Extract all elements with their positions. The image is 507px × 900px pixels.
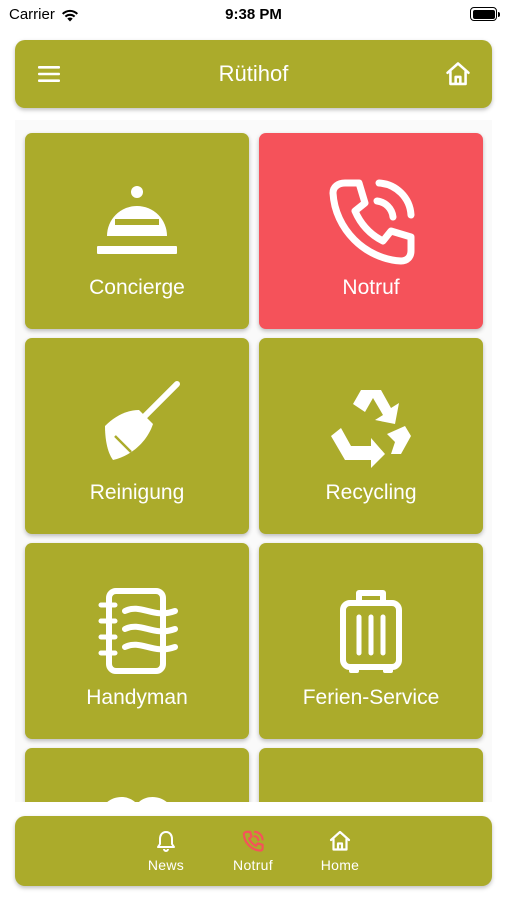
tile-recycling[interactable]: Recycling	[259, 338, 483, 534]
notebook-icon	[98, 588, 178, 674]
clock: 9:38 PM	[225, 6, 282, 23]
home-icon[interactable]	[444, 60, 472, 88]
status-bar: Carrier 9:38 PM	[0, 0, 507, 30]
tile-label: Concierge	[89, 276, 185, 299]
tile-label: Ferien-Service	[302, 686, 440, 709]
bottom-nav: News Notruf Home	[15, 816, 492, 886]
tile-notruf[interactable]: Notruf	[259, 133, 483, 329]
cloche-icon	[97, 186, 177, 254]
tile-reinigung[interactable]: Reinigung	[25, 338, 249, 534]
nav-item-news[interactable]: News	[136, 829, 196, 875]
tile-label: Notruf	[342, 276, 400, 299]
bell-icon	[157, 831, 175, 852]
tile-handyman[interactable]: Handyman	[25, 543, 249, 739]
phone-call-icon	[329, 179, 415, 265]
tile-label: Reinigung	[89, 481, 185, 504]
book-icon	[107, 797, 167, 802]
tile-label: Handyman	[86, 686, 188, 709]
app-bar: Rütihof	[15, 40, 492, 108]
nav-item-home[interactable]: Home	[310, 829, 370, 875]
nav-label: News	[147, 857, 185, 873]
tile-ferien-service[interactable]: Ferien-Service	[259, 543, 483, 739]
nav-label: Home	[320, 857, 360, 873]
recycle-icon	[331, 390, 411, 468]
battery-icon	[470, 7, 500, 21]
tile-concierge[interactable]: Concierge	[25, 133, 249, 329]
home-icon	[329, 830, 351, 851]
tile-label: Recycling	[325, 481, 417, 504]
tile-grid: Concierge Notruf Reinigung Recycling Han…	[15, 120, 492, 802]
suitcase-icon	[340, 590, 402, 673]
tile-partial-right[interactable]	[259, 748, 483, 802]
nav-label: Notruf	[233, 857, 273, 873]
phone-call-icon	[242, 830, 264, 852]
tile-partial-left[interactable]	[25, 748, 249, 802]
page-title: Rütihof	[218, 61, 289, 86]
menu-icon[interactable]	[37, 62, 63, 86]
broom-icon	[105, 381, 180, 460]
nav-item-notruf[interactable]: Notruf	[223, 829, 283, 875]
